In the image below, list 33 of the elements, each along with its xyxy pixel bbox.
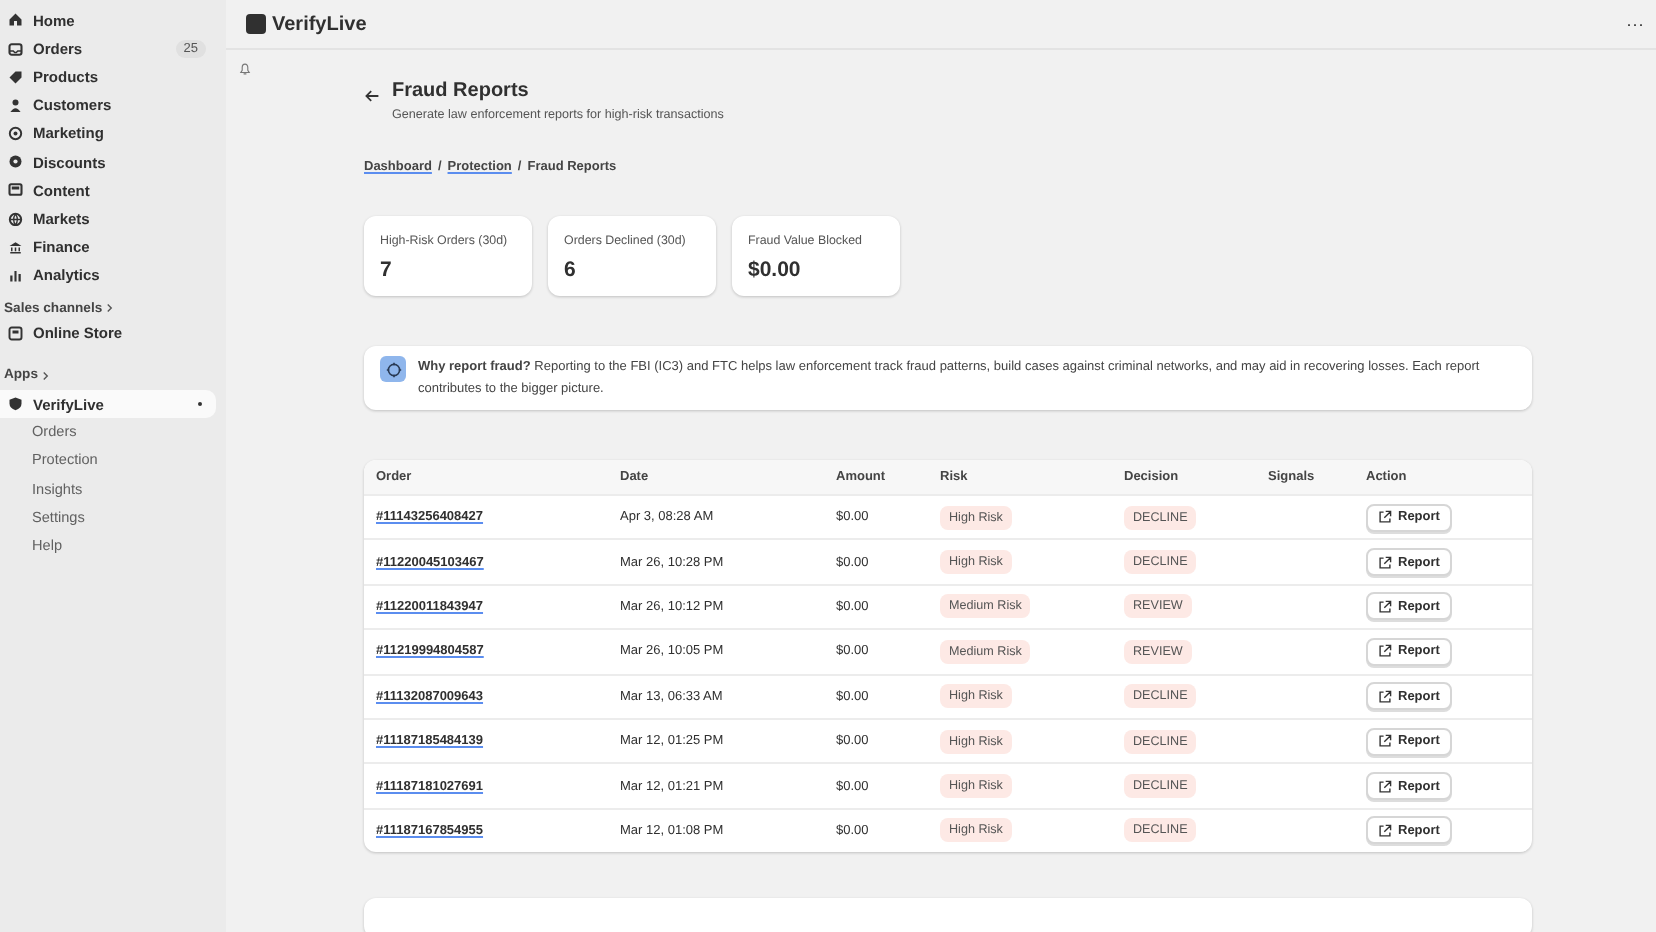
tray-icon [8,41,23,57]
globe-icon [8,211,23,227]
shield-icon [8,396,23,412]
stat-value: 7 [380,258,394,282]
external-link-icon [1378,555,1392,570]
logo-icon [246,14,266,34]
more-button[interactable]: ··· [1626,14,1644,34]
stat-value: $0.00 [748,258,803,282]
active-dot [197,401,202,407]
external-link-icon [1378,644,1392,659]
bank-icon [8,239,23,255]
external-link-icon [1378,779,1392,794]
store-icon [8,182,23,198]
home-icon [8,12,23,28]
info-icon [380,356,406,382]
external-link-icon [1378,510,1392,525]
person-icon [8,97,23,113]
chevron-right-icon[interactable] [106,302,114,315]
tag-icon [8,69,23,85]
page-title: Fraud Reports [392,80,531,102]
back-arrow-icon[interactable] [364,88,380,104]
stat-value: 6 [564,258,578,282]
bar-chart-icon [8,268,23,284]
target-icon [8,126,23,142]
external-link-icon [1378,734,1392,749]
store-icon [8,326,23,342]
app-title: VerifyLive [272,13,369,35]
external-link-icon [1378,599,1392,614]
badge-icon [8,154,23,170]
external-link-icon [1378,689,1392,704]
bell-icon[interactable] [238,62,252,76]
external-link-icon [1378,823,1392,838]
chevron-right-icon[interactable] [42,369,49,382]
